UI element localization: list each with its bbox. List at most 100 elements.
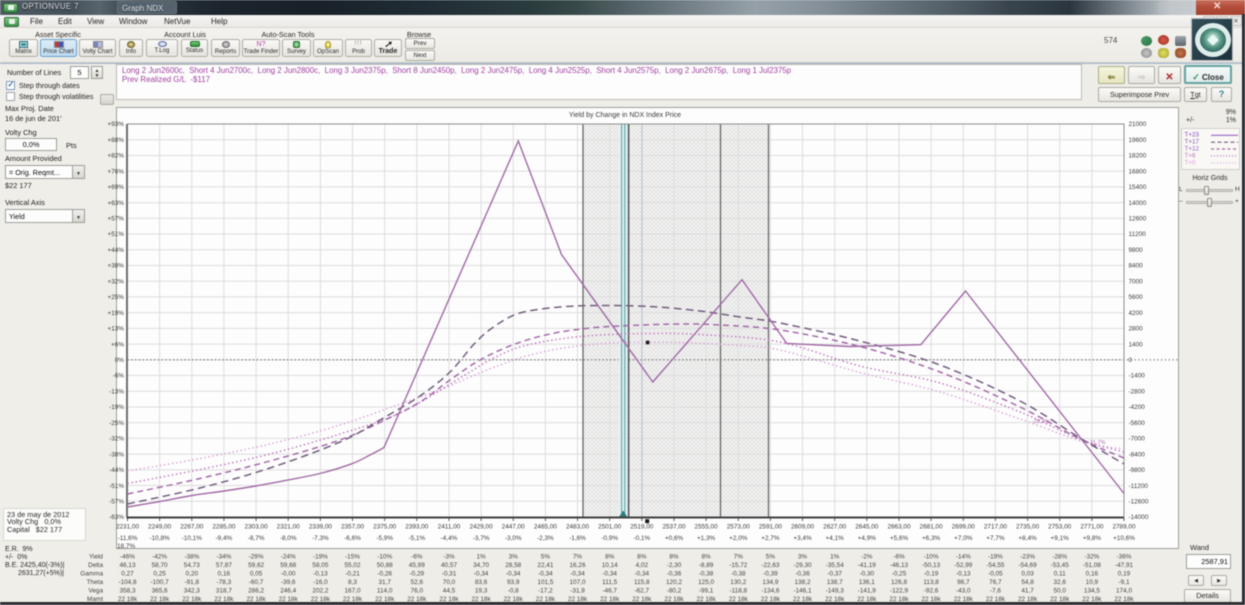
svg-text:-46,7: -46,7 bbox=[602, 588, 617, 595]
svg-text:-78,3: -78,3 bbox=[217, 579, 232, 586]
svg-text:3%: 3% bbox=[798, 554, 808, 561]
svg-text:-50,13: -50,13 bbox=[922, 562, 941, 569]
svg-text:318,7: 318,7 bbox=[216, 588, 232, 595]
svg-text:138,2: 138,2 bbox=[795, 579, 811, 586]
svg-text:-60,7: -60,7 bbox=[249, 579, 264, 586]
svg-text:57,87: 57,87 bbox=[216, 562, 232, 569]
svg-text:107,0: 107,0 bbox=[570, 579, 586, 586]
svg-text:55,02: 55,02 bbox=[345, 562, 361, 569]
svg-text:113,8: 113,8 bbox=[923, 579, 939, 586]
svg-text:-6%: -6% bbox=[893, 554, 905, 561]
svg-text:-52,99: -52,99 bbox=[954, 562, 973, 569]
svg-text:-6%: -6% bbox=[411, 554, 423, 561]
svg-text:-92,6: -92,6 bbox=[924, 588, 939, 595]
svg-text:50,0: 50,0 bbox=[1053, 588, 1066, 595]
svg-text:8%: 8% bbox=[701, 554, 711, 561]
svg-text:-99,1: -99,1 bbox=[699, 588, 714, 595]
svg-text:-141,9: -141,9 bbox=[858, 588, 877, 595]
svg-text:58,05: 58,05 bbox=[312, 562, 328, 569]
svg-text:-118,8: -118,8 bbox=[729, 588, 747, 595]
svg-text:0,20: 0,20 bbox=[186, 571, 199, 578]
svg-text:-46,13: -46,13 bbox=[890, 562, 909, 569]
svg-text:-10%: -10% bbox=[924, 554, 939, 561]
svg-text:-134,6: -134,6 bbox=[761, 588, 780, 595]
svg-text:8%: 8% bbox=[669, 554, 679, 561]
svg-text:8%: 8% bbox=[605, 554, 615, 561]
svg-text:40,57: 40,57 bbox=[441, 562, 457, 569]
svg-text:-22,63: -22,63 bbox=[761, 562, 780, 569]
svg-text:202,2: 202,2 bbox=[312, 588, 328, 595]
svg-text:70,0: 70,0 bbox=[443, 579, 456, 586]
svg-text:8,3: 8,3 bbox=[348, 579, 357, 586]
svg-text:-0,31: -0,31 bbox=[442, 571, 457, 578]
svg-text:-0,30: -0,30 bbox=[860, 571, 875, 578]
svg-text:115,8: 115,8 bbox=[634, 579, 650, 586]
svg-text:8%: 8% bbox=[637, 554, 647, 561]
svg-text:-53,45: -53,45 bbox=[1051, 562, 1070, 569]
svg-text:126,8: 126,8 bbox=[891, 579, 907, 586]
svg-text:50,88: 50,88 bbox=[377, 562, 393, 569]
svg-text:98,7: 98,7 bbox=[957, 579, 970, 586]
svg-text:4,02: 4,02 bbox=[636, 562, 649, 569]
svg-text:365,6: 365,6 bbox=[152, 588, 168, 595]
svg-text:138,7: 138,7 bbox=[827, 579, 843, 586]
svg-text:31,7: 31,7 bbox=[378, 579, 391, 586]
svg-text:22,41: 22,41 bbox=[537, 562, 553, 569]
svg-text:-0,29: -0,29 bbox=[410, 571, 425, 578]
svg-text:46,13: 46,13 bbox=[120, 562, 136, 569]
svg-text:114,0: 114,0 bbox=[377, 588, 393, 595]
svg-text:-0,34: -0,34 bbox=[506, 571, 521, 578]
svg-text:32,6: 32,6 bbox=[1053, 579, 1066, 586]
svg-text:167,0: 167,0 bbox=[345, 588, 361, 595]
svg-text:-54,55: -54,55 bbox=[986, 562, 1005, 569]
svg-text:-35,54: -35,54 bbox=[826, 562, 845, 569]
svg-text:54,8: 54,8 bbox=[1021, 579, 1034, 586]
svg-text:76,0: 76,0 bbox=[411, 588, 424, 595]
svg-text:-0,05: -0,05 bbox=[988, 571, 1003, 578]
svg-text:-0,34: -0,34 bbox=[635, 571, 650, 578]
svg-text:-0,8: -0,8 bbox=[508, 588, 519, 595]
svg-text:-0,21: -0,21 bbox=[345, 571, 360, 578]
svg-text:-0,37: -0,37 bbox=[827, 571, 842, 578]
svg-text:0,25: 0,25 bbox=[153, 571, 166, 578]
svg-text:58,70: 58,70 bbox=[152, 562, 168, 569]
svg-text:-36%: -36% bbox=[1117, 554, 1132, 561]
svg-text:-41,19: -41,19 bbox=[858, 562, 877, 569]
svg-text:0,16: 0,16 bbox=[218, 571, 231, 578]
svg-text:-0,25: -0,25 bbox=[892, 571, 907, 578]
svg-text:286,2: 286,2 bbox=[248, 588, 264, 595]
svg-text:0,19: 0,19 bbox=[1118, 571, 1131, 578]
svg-text:1%: 1% bbox=[476, 554, 486, 561]
svg-text:-0,26: -0,26 bbox=[377, 571, 392, 578]
svg-text:-0,34: -0,34 bbox=[602, 571, 617, 578]
svg-text:125,0: 125,0 bbox=[698, 579, 714, 586]
svg-text:-0,34: -0,34 bbox=[538, 571, 553, 578]
svg-text:0,16: 0,16 bbox=[1086, 571, 1099, 578]
svg-text:-7,6: -7,6 bbox=[990, 588, 1001, 595]
svg-text:-9,1: -9,1 bbox=[1118, 579, 1129, 586]
svg-text:-2,30: -2,30 bbox=[667, 562, 682, 569]
svg-text:342,3: 342,3 bbox=[184, 588, 200, 595]
svg-text:1%: 1% bbox=[830, 554, 840, 561]
svg-text:10,9: 10,9 bbox=[1086, 579, 1099, 586]
svg-text:-122,9: -122,9 bbox=[890, 588, 909, 595]
svg-text:358,3: 358,3 bbox=[120, 588, 136, 595]
svg-text:83,6: 83,6 bbox=[475, 579, 488, 586]
svg-text:5%: 5% bbox=[766, 554, 776, 561]
svg-text:44,5: 44,5 bbox=[443, 588, 456, 595]
svg-text:-51,08: -51,08 bbox=[1083, 562, 1102, 569]
svg-text:-80,2: -80,2 bbox=[667, 588, 682, 595]
svg-text:-0,19: -0,19 bbox=[924, 571, 939, 578]
svg-text:0,11: 0,11 bbox=[1054, 571, 1066, 578]
svg-text:-146,1: -146,1 bbox=[793, 588, 812, 595]
svg-text:59,62: 59,62 bbox=[248, 562, 264, 569]
svg-text:16,26: 16,26 bbox=[570, 562, 586, 569]
svg-text:-46%: -46% bbox=[120, 554, 135, 561]
svg-text:3%: 3% bbox=[509, 554, 519, 561]
svg-text:-3%: -3% bbox=[443, 554, 455, 561]
svg-text:-0,34: -0,34 bbox=[570, 571, 585, 578]
svg-text:-0,00: -0,00 bbox=[281, 571, 296, 578]
svg-text:-29,30: -29,30 bbox=[793, 562, 812, 569]
svg-text:54,73: 54,73 bbox=[184, 562, 200, 569]
svg-text:-19%: -19% bbox=[988, 554, 1003, 561]
